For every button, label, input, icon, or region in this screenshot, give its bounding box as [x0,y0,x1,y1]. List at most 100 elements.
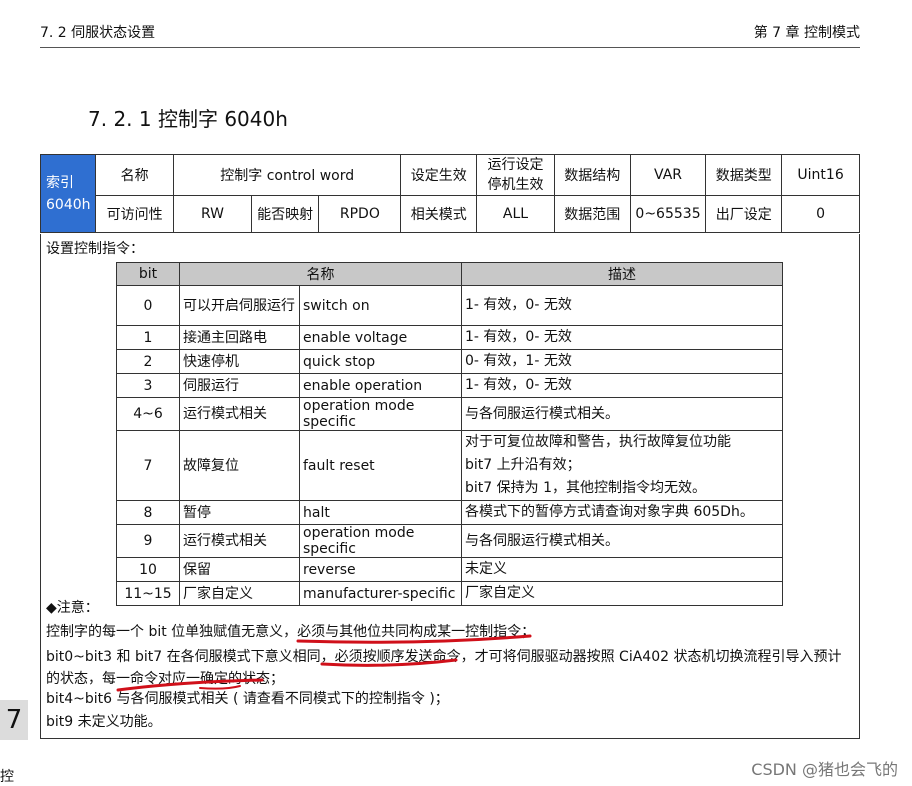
description-cell: 0- 有效，1- 无效 [461,349,783,374]
bit-table-body: 0 可以开启伺服运行 switch on 1- 有效，0- 无效 1 接通主回路电 enab… [116,285,783,606]
attr-type-value: Uint16 [781,154,860,196]
bit-table: bit 名称 描述 0 可以开启伺服运行 switch on 1- 有效，0- 无效 1… [116,262,783,606]
name-cn-cell: 厂家自定义 [179,581,300,606]
index-value: 6040h [46,196,91,213]
description-cell: 1- 有效，0- 无效 [461,373,783,398]
notes-title: ◆注意： [46,600,99,616]
attr-effect-label: 设定生效 [400,154,478,196]
name-en-cell: reverse [299,557,462,582]
description-line: 未定义 [465,561,507,577]
attr-type-label: 数据类型 [705,154,783,196]
attr-structure-value: VAR [629,154,707,196]
name-en-cell: enable operation [299,373,462,398]
description-cell: 厂家自定义 [461,581,783,606]
table-row: 10 保留 reverse 未定义 [116,557,783,582]
description-cell: 对于可复位故障和警告，执行故障复位功能 bit7 上升沿有效； bit7 保持为 1… [461,430,783,501]
name-en-cell: fault reset [299,430,462,501]
name-en-cell: quick stop [299,349,462,374]
note-line-4: bit9 未定义功能。 [46,714,162,730]
description-line: 与各伺服运行模式相关。 [465,532,619,549]
name-en-cell: switch on [299,285,462,326]
note-line-2: bit0~bit3 和 bit7 在各伺服模式下意义相同，必须按顺序发送命令，才… [46,649,842,687]
table-row: 11~15 厂家自定义 manufacturer-specific 厂家自定义 [116,581,783,606]
table-row: 8 暂停 halt 各模式下的暂停方式请查询对象字典 605Dh。 [116,500,783,525]
bit-table-header-name: 名称 [179,262,462,286]
name-cn-cell: 可以开启伺服运行 [179,285,300,326]
attr-name-value: 控制字 control word [173,154,402,196]
table-row: 3 伺服运行 enable operation 1- 有效，0- 无效 [116,373,783,398]
description-cell: 1- 有效，0- 无效 [461,285,783,326]
name-cn-cell: 故障复位 [179,430,300,501]
description-line: 1- 有效，0- 无效 [465,377,572,393]
attr-effect-value: 运行设定停机生效 [476,154,555,196]
name-cn-cell: 运行模式相关 [179,524,300,558]
attr-default-label: 出厂设定 [705,195,783,233]
table-row: 4~6 运行模式相关 operation mode specific 与各伺服运行模式… [116,397,783,431]
table-row: 2 快速停机 quick stop 0- 有效，1- 无效 [116,349,783,374]
attribute-table: 索引 6040h 名称 控制字 control word 设定生效 运行设定停机… [39,154,860,233]
name-cn-cell: 快速停机 [179,349,300,374]
note-line-3: bit4~bit6 与各伺服模式相关 ( 请查看不同模式下的控制指令 )； [46,691,449,707]
attr-mode-label: 相关模式 [400,195,478,233]
index-label: 索引 [46,174,74,191]
attr-access-label: 可访问性 [95,195,175,233]
attr-mapping-value: RPDO [318,195,402,233]
bit-cell: 8 [116,500,180,525]
bit-table-header-desc: 描述 [461,262,783,286]
chapter-tab-caption: 控 [0,769,14,785]
name-en-cell: operation mode specific [299,397,462,431]
description-intro: 设置控制指令： [46,241,144,257]
description-line: 厂家自定义 [465,585,535,601]
bit-cell: 11~15 [116,581,180,606]
name-cn-cell: 暂停 [179,500,300,525]
name-cn-cell: 伺服运行 [179,373,300,398]
header-chapter-label: 第 7 章 控制模式 [753,25,860,41]
name-cn-cell: 接通主回路电 [179,325,300,350]
bit-cell: 4~6 [116,397,180,431]
name-cn-cell: 保留 [179,557,300,582]
bit-cell: 7 [116,430,180,501]
description-line: 1- 有效，0- 无效 [465,329,572,345]
attr-range-label: 数据范围 [553,195,631,233]
section-title: 7. 2. 1 控制字 6040h [88,107,288,131]
bit-cell: 3 [116,373,180,398]
attr-name-label: 名称 [95,154,175,196]
bit-table-header-bit: bit [116,262,180,286]
description-line: 与各伺服运行模式相关。 [465,405,619,422]
description-line: bit7 上升沿有效； [465,457,581,473]
attr-mode-value: ALL [476,195,555,233]
bit-cell: 1 [116,325,180,350]
attr-range-value: 0~65535 [629,195,707,233]
bit-cell: 9 [116,524,180,558]
bit-cell: 2 [116,349,180,374]
table-row: 0 可以开启伺服运行 switch on 1- 有效，0- 无效 [116,285,783,326]
watermark: CSDN @猪也会飞的 [751,760,898,779]
description-cell: 与各伺服运行模式相关。 [461,524,783,558]
description-line: 对于可复位故障和警告，执行故障复位功能 [465,434,731,450]
name-en-cell: operation mode specific [299,524,462,558]
header-section-label: 7. 2 伺服状态设置 [40,25,156,41]
note-line-1: 控制字的每一个 bit 位单独赋值无意义，必须与其他位共同构成某一控制指令； [46,624,536,640]
description-cell: 1- 有效，0- 无效 [461,325,783,350]
table-row: 1 接通主回路电 enable voltage 1- 有效，0- 无效 [116,325,783,350]
attr-mapping-label: 能否映射 [250,195,320,233]
description-line: 各模式下的暂停方式请查询对象字典 605Dh。 [465,504,754,520]
bit-cell: 0 [116,285,180,326]
chapter-tab: 7 [0,700,28,740]
description-line: 0- 有效，1- 无效 [465,353,572,369]
table-row: 7 故障复位 fault reset 对于可复位故障和警告，执行故障复位功能 bit7 … [116,430,783,501]
attr-access-value: RW [173,195,252,233]
description-line: 1- 有效，0- 无效 [465,297,572,313]
bit-cell: 10 [116,557,180,582]
table-row: 9 运行模式相关 operation mode specific 与各伺服运行模式相关… [116,524,783,558]
name-cn-cell: 运行模式相关 [179,397,300,431]
name-en-cell: manufacturer-specific [299,581,462,606]
description-cell: 未定义 [461,557,783,582]
header-divider [40,47,860,48]
attr-structure-label: 数据结构 [553,154,631,196]
name-en-cell: enable voltage [299,325,462,350]
name-en-cell: halt [299,500,462,525]
attr-default-value: 0 [781,195,860,233]
description-line: bit7 保持为 1，其他控制指令均无效。 [465,480,706,496]
description-cell: 与各伺服运行模式相关。 [461,397,783,431]
